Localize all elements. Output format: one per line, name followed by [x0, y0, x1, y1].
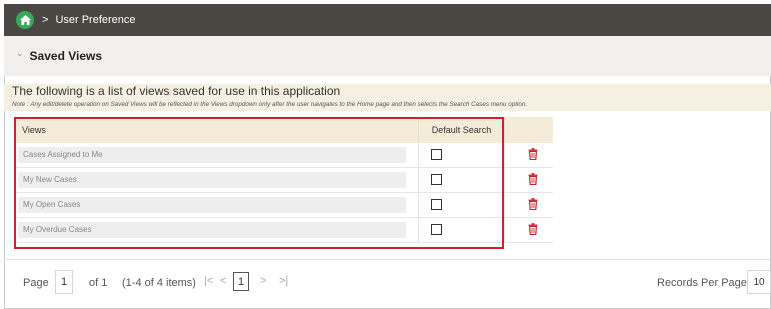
delete-icon[interactable] — [528, 223, 538, 235]
items-range-label: (1-4 of 4 items) — [122, 277, 196, 289]
default-search-checkbox[interactable] — [431, 174, 442, 185]
delete-icon[interactable] — [528, 148, 538, 160]
section-title: Saved Views — [29, 49, 103, 63]
table-row: Cases Assigned to Me — [14, 143, 553, 168]
column-header-actions — [504, 117, 553, 143]
table-row: My Overdue Cases — [14, 218, 553, 243]
column-header-default-search: Default Search — [418, 117, 504, 143]
saved-views-table: Views Default Search Cases Assigned to M… — [14, 117, 553, 249]
table-row: My New Cases — [14, 168, 553, 193]
view-name-field[interactable]: My New Cases — [18, 172, 406, 188]
info-text: The following is a list of views saved f… — [12, 84, 341, 98]
page-number-input[interactable]: 1 — [55, 270, 73, 294]
section-header[interactable]: ⌄ Saved Views — [4, 36, 771, 76]
view-name-field[interactable]: My Overdue Cases — [18, 222, 406, 238]
default-search-checkbox[interactable] — [431, 149, 442, 160]
first-page-icon[interactable]: |< — [204, 275, 213, 287]
page-label: Page — [23, 277, 49, 289]
delete-icon[interactable] — [528, 198, 538, 210]
default-search-checkbox[interactable] — [431, 224, 442, 235]
pagination-bar: Page 1 of 1 (1-4 of 4 items) |< < 1 > >|… — [4, 259, 771, 309]
records-per-page-select[interactable]: 10 — [747, 270, 771, 294]
page-of-label: of 1 — [89, 277, 108, 289]
column-header-views: Views — [14, 117, 418, 143]
top-bar: > User Preference — [4, 4, 771, 36]
prev-page-icon[interactable]: < — [220, 275, 226, 287]
home-icon[interactable] — [16, 11, 34, 29]
last-page-icon[interactable]: >| — [279, 275, 288, 287]
view-name-field[interactable]: Cases Assigned to Me — [18, 147, 406, 163]
next-page-icon[interactable]: > — [260, 275, 266, 287]
breadcrumb-chevron-icon: > — [42, 14, 49, 26]
table-row: My Open Cases — [14, 193, 553, 218]
current-page-button[interactable]: 1 — [233, 272, 249, 291]
info-note: Note : Any edit/delete operation on Save… — [12, 101, 528, 108]
collapse-chevron-icon[interactable]: ⌄ — [16, 48, 24, 59]
breadcrumb-current: User Preference — [55, 14, 136, 26]
info-panel: The following is a list of views saved f… — [4, 84, 771, 111]
view-name-field[interactable]: My Open Cases — [18, 197, 406, 213]
records-per-page-label: Records Per Page — [657, 277, 747, 289]
default-search-checkbox[interactable] — [431, 199, 442, 210]
delete-icon[interactable] — [528, 173, 538, 185]
